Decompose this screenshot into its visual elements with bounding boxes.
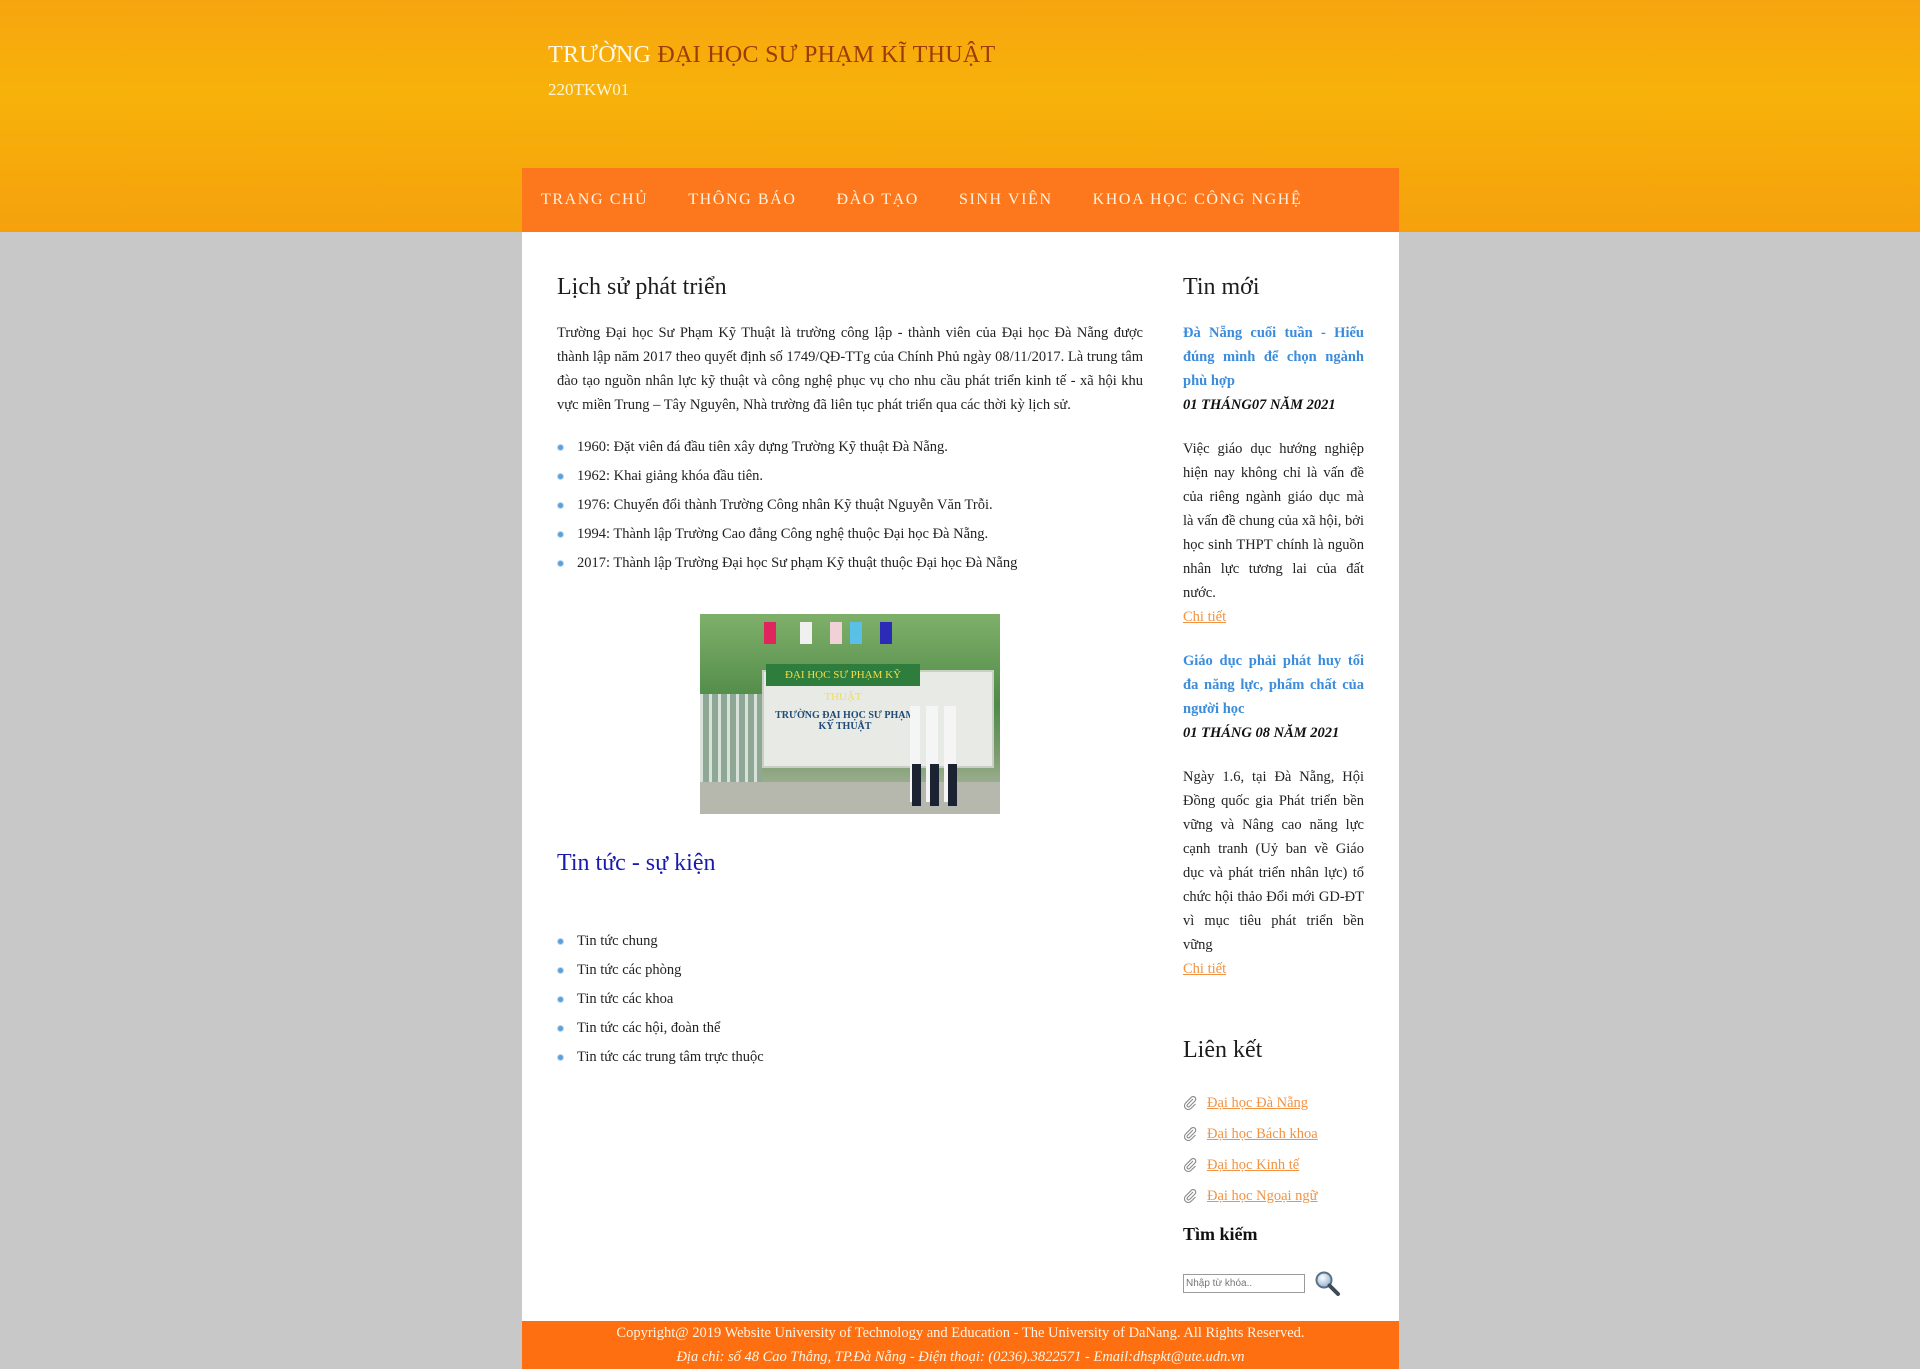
site-subtitle: 220TKW01 [548, 80, 630, 99]
footer-contact: Địa chỉ: số 48 Cao Thắng, TP.Đà Nẵng - Đ… [676, 1349, 1245, 1365]
links-list: Đại học Đà Nẵng Đại học Bách khoa Đại họ… [1183, 1088, 1364, 1212]
list-item: 1994: Thành lập Trường Cao đẳng Công ngh… [557, 520, 1143, 549]
photo-sign-top: ĐẠI HỌC SƯ PHẠM KỸ THUẬT [766, 664, 920, 703]
paperclip-icon [1183, 1152, 1197, 1173]
post-date: 01 THÁNG07 NĂM 2021 [1183, 397, 1336, 413]
list-item[interactable]: Tin tức các phòng [557, 956, 1143, 985]
site-title-part1: TRƯỜNG [548, 42, 652, 68]
photo-flag [880, 622, 892, 644]
photo-flag [830, 622, 842, 644]
news-post: Đà Nẵng cuối tuần - Hiểu đúng mình để ch… [1183, 321, 1364, 629]
photo-students-legs [912, 764, 970, 806]
link-polytechnic[interactable]: Đại học Bách khoa [1207, 1126, 1318, 1142]
nav-item-science-technology[interactable]: KHOA HỌC CÔNG NGHỆ [1073, 168, 1323, 232]
list-item[interactable]: Tin tức chung [557, 927, 1143, 956]
link-foreign-languages[interactable]: Đại học Ngoại ngữ [1207, 1188, 1318, 1204]
post-detail-link[interactable]: Chi tiết [1183, 957, 1364, 981]
search-heading: Tìm kiếm [1183, 1224, 1258, 1244]
search-input[interactable] [1183, 1273, 1305, 1293]
main-nav: TRANG CHỦ THÔNG BÁO ĐÀO TẠO SINH VIÊN KH… [522, 168, 1399, 232]
link-danang-university[interactable]: Đại học Đà Nẵng [1207, 1095, 1308, 1111]
nav-item-training[interactable]: ĐÀO TẠO [816, 168, 938, 232]
nav-item-announcements[interactable]: THÔNG BÁO [668, 168, 816, 232]
history-intro: Trường Đại học Sư Phạm Kỹ Thuật là trườn… [557, 325, 1143, 413]
photo-flag [800, 622, 812, 644]
list-item[interactable]: Tin tức các trung tâm trực thuộc [557, 1043, 1143, 1072]
news-list: Tin tức chung Tin tức các phòng Tin tức … [557, 927, 1143, 1072]
site-title: TRƯỜNG ĐẠI HỌC SƯ PHẠM KĨ THUẬT [548, 42, 995, 69]
list-item: Đại học Kinh tế [1183, 1150, 1364, 1181]
site-footer: Copyright@ 2019 Website University of Te… [522, 1321, 1399, 1369]
list-item: Đại học Ngoại ngữ [1183, 1181, 1364, 1212]
post-detail-link[interactable]: Chi tiết [1183, 605, 1364, 629]
list-item: Đại học Bách khoa [1183, 1119, 1364, 1150]
news-heading: Tin tức - sự kiện [557, 850, 716, 876]
photo-flag [850, 622, 862, 644]
search-form [1183, 1269, 1364, 1297]
news-post: Giáo dục phải phát huy tối đa năng lực, … [1183, 649, 1364, 981]
nav-item-home[interactable]: TRANG CHỦ [522, 168, 668, 232]
links-heading: Liên kết [1183, 1037, 1263, 1063]
paperclip-icon [1183, 1121, 1197, 1142]
site-title-part2: ĐẠI HỌC SƯ PHẠM KĨ THUẬT [657, 42, 996, 68]
paperclip-icon [1183, 1183, 1197, 1204]
post-excerpt: Ngày 1.6, tại Đà Nẵng, Hội Đồng quốc gia… [1183, 769, 1364, 953]
nav-item-students[interactable]: SINH VIÊN [939, 168, 1073, 232]
list-item: 1976: Chuyển đổi thành Trường Công nhân … [557, 491, 1143, 520]
list-item: 1960: Đặt viên đá đầu tiên xây dựng Trườ… [557, 433, 1143, 462]
list-item[interactable]: Tin tức các khoa [557, 985, 1143, 1014]
post-title[interactable]: Giáo dục phải phát huy tối đa năng lực, … [1183, 649, 1364, 721]
campus-photo: ĐẠI HỌC SƯ PHẠM KỸ THUẬT TRƯỜNG ĐẠI HỌC … [700, 614, 1000, 814]
photo-flag [764, 622, 776, 644]
post-title[interactable]: Đà Nẵng cuối tuần - Hiểu đúng mình để ch… [1183, 321, 1364, 393]
site-header: TRƯỜNG ĐẠI HỌC SƯ PHẠM KĨ THUẬT 220TKW01… [0, 0, 1920, 232]
post-date: 01 THÁNG 08 NĂM 2021 [1183, 725, 1340, 741]
main-column: Lịch sử phát triển Trường Đại học Sư Phạ… [557, 274, 1143, 1072]
link-economics[interactable]: Đại học Kinh tế [1207, 1157, 1299, 1173]
footer-copyright: Copyright@ 2019 Website University of Te… [616, 1325, 1305, 1341]
paperclip-icon [1183, 1090, 1197, 1111]
list-item[interactable]: Tin tức các hội, đoàn thể [557, 1014, 1143, 1043]
list-item: Đại học Đà Nẵng [1183, 1088, 1364, 1119]
latest-news-heading: Tin mới [1183, 274, 1260, 300]
content-area: Lịch sử phát triển Trường Đại học Sư Phạ… [522, 232, 1399, 1321]
post-excerpt: Việc giáo dục hướng nghiệp hiện nay khôn… [1183, 441, 1364, 601]
magnifier-icon[interactable] [1313, 1269, 1341, 1297]
photo-gate [700, 694, 762, 794]
photo-sign-text: TRƯỜNG ĐẠI HỌC SƯ PHẠM KỸ THUẬT [775, 710, 915, 732]
list-item: 2017: Thành lập Trường Đại học Sư phạm K… [557, 549, 1143, 578]
list-item: 1962: Khai giảng khóa đầu tiên. [557, 462, 1143, 491]
sidebar: Tin mới Đà Nẵng cuối tuần - Hiểu đúng mì… [1183, 274, 1364, 1297]
milestone-list: 1960: Đặt viên đá đầu tiên xây dựng Trườ… [557, 433, 1143, 578]
history-heading: Lịch sử phát triển [557, 274, 727, 300]
